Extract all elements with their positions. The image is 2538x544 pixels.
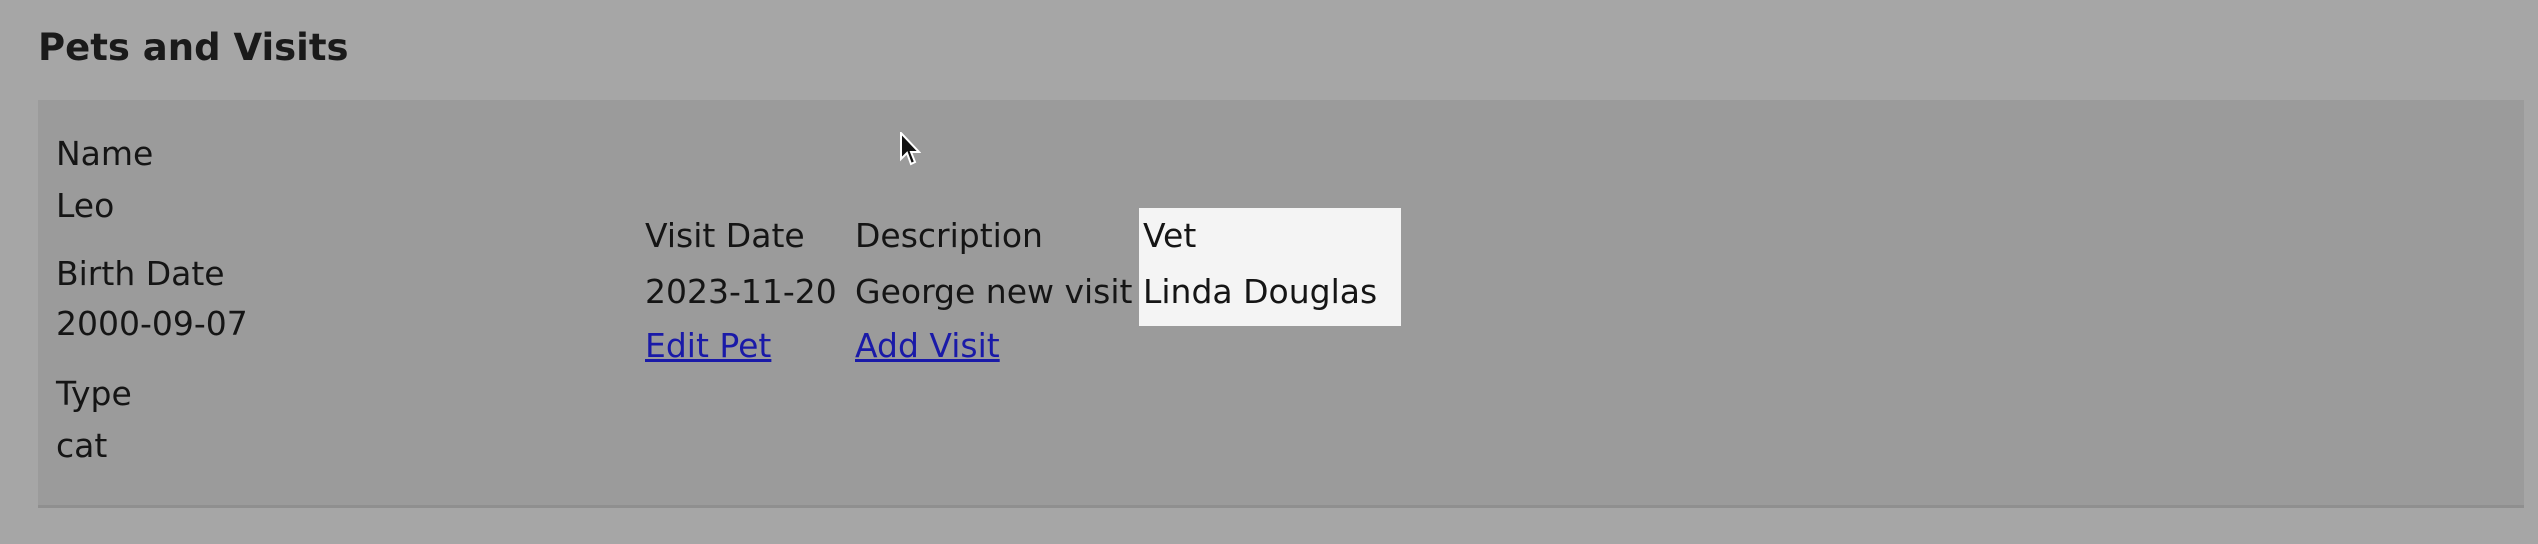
visit-date-cell: 2023-11-20 (645, 272, 837, 311)
pet-type-label: Type (56, 374, 132, 413)
visit-date-header: Visit Date (645, 216, 805, 255)
edit-pet-link[interactable]: Edit Pet (645, 326, 771, 365)
pet-birth-date-value: 2000-09-07 (56, 304, 248, 343)
add-visit-cell: Add Visit (855, 326, 1139, 380)
pet-type-value: cat (56, 426, 108, 465)
add-visit-link[interactable]: Add Visit (855, 326, 1000, 365)
mouse-pointer-icon (900, 132, 921, 166)
pet-details: Name Leo Birth Date 2000-09-07 Type cat (38, 116, 598, 521)
visits-table: Visit Date Description Vet 2023-11-20 Ge… (645, 208, 1401, 380)
edit-pet-cell: Edit Pet (645, 326, 855, 380)
pet-actions-row: Edit Pet Add Visit (645, 326, 1401, 380)
visit-vet-cell: Linda Douglas (1139, 272, 1401, 326)
pet-panel: Name Leo Birth Date 2000-09-07 Type cat … (38, 100, 2524, 508)
pet-birth-date-label: Birth Date (56, 254, 225, 293)
section-title: Pets and Visits (38, 26, 349, 69)
pet-name-label: Name (56, 134, 154, 173)
visit-row: 2023-11-20 George new visit Linda Dougla… (645, 272, 1401, 326)
vet-header: Vet (1139, 208, 1401, 272)
visit-description-cell: George new visit (855, 272, 1133, 311)
pet-name-value: Leo (56, 186, 115, 225)
visits-header-row: Visit Date Description Vet (645, 208, 1401, 272)
empty-cell (1139, 326, 1401, 380)
description-header: Description (855, 216, 1043, 255)
